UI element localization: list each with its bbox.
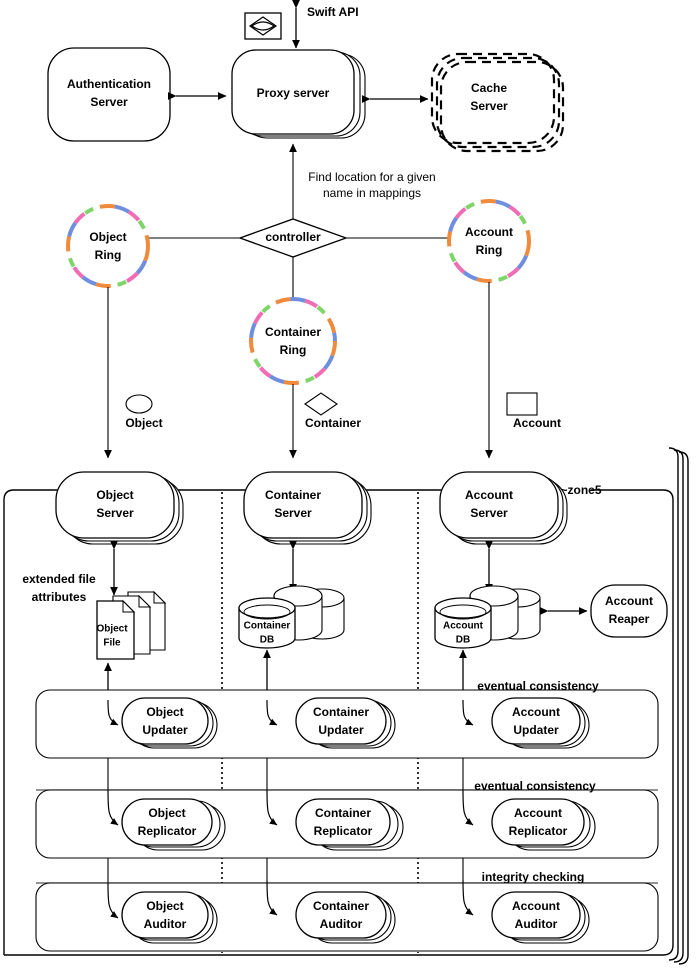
container-server-label-line1: Container xyxy=(265,488,321,502)
object-server-node: Object Server xyxy=(55,471,184,545)
extended-attrs-label-line2: attributes xyxy=(32,590,87,604)
container-auditor-label-line1: Container xyxy=(313,899,369,913)
proxy-server-node: Proxy server xyxy=(231,49,366,139)
account-auditor-label-line1: Account xyxy=(512,899,560,913)
account-reaper-label-line2: Reaper xyxy=(609,612,650,626)
account-db-stack: Account DB xyxy=(434,585,541,649)
object-file-fold-3 xyxy=(153,590,167,604)
account-ring-node: Account Ring xyxy=(447,199,531,283)
proxy-server-label: Proxy server xyxy=(257,86,330,100)
container-updater-label-line2: Updater xyxy=(318,723,364,737)
legend-container: Container xyxy=(304,392,361,430)
authentication-server-label-line2: Server xyxy=(90,95,128,109)
account-db-label-line2: DB xyxy=(456,635,470,646)
account-reaper-label-line1: Account xyxy=(605,594,653,608)
controller-node: controller xyxy=(238,218,348,258)
cache-server-label-line2: Server xyxy=(470,99,508,113)
auditor-row: integrity checking Object Auditor Contai… xyxy=(35,870,659,952)
object-ring-label-line2: Ring xyxy=(95,248,122,262)
container-server-node: Container Server xyxy=(243,471,372,545)
container-server-box xyxy=(243,471,363,539)
account-auditor-label-line2: Auditor xyxy=(515,917,558,931)
account-ring-label-line2: Ring xyxy=(476,243,503,257)
container-db-label-line1: Container xyxy=(244,621,291,632)
object-auditor-label-line1: Object xyxy=(146,899,183,913)
object-ring-label-line1: Object xyxy=(89,230,126,244)
replicator-row: eventual consistency Object Replicator C… xyxy=(35,779,659,859)
authentication-server-node: Authentication Server xyxy=(47,47,171,142)
container-db-label-line2: DB xyxy=(260,635,274,646)
extended-file-attributes-note: extended file attributes xyxy=(22,572,96,604)
find-location-note: Find location for a given name in mappin… xyxy=(289,143,436,225)
account-replicator-label-line2: Replicator xyxy=(509,824,568,838)
container-updater-label-line1: Container xyxy=(313,705,369,719)
account-reaper-node: Account Reaper xyxy=(590,584,668,638)
replicator-row-annotation: eventual consistency xyxy=(474,779,596,793)
account-replicator-label-line1: Account xyxy=(514,806,562,820)
container-db-stack: Container DB xyxy=(238,585,345,649)
cache-server-node: Cache Server xyxy=(430,52,565,153)
swift-api-label: Swift API xyxy=(307,5,359,19)
account-server-box xyxy=(439,471,559,539)
object-updater-label-line2: Updater xyxy=(142,723,188,737)
account-server-label-line1: Account xyxy=(465,488,513,502)
container-auditor-label-line2: Auditor xyxy=(320,917,363,931)
auditor-row-annotation: integrity checking xyxy=(482,870,585,884)
container-replicator-label-line1: Container xyxy=(315,806,371,820)
object-updater-label-line1: Object xyxy=(146,705,183,719)
account-db-label-line1: Account xyxy=(443,621,484,632)
object-server-box xyxy=(55,471,175,539)
updater-row-annotation: eventual consistency xyxy=(477,679,599,693)
object-server-label-line1: Object xyxy=(96,488,133,502)
legend-object: Object xyxy=(125,394,163,430)
authentication-server-label-line1: Authentication xyxy=(67,77,151,91)
object-replicator-label-line1: Object xyxy=(148,806,185,820)
object-replicator-label-line2: Replicator xyxy=(138,824,197,838)
container-replicator-label-line2: Replicator xyxy=(314,824,373,838)
account-updater-label-line2: Updater xyxy=(513,723,559,737)
cache-server-label-line1: Cache xyxy=(471,81,507,95)
object-auditor-label-line2: Auditor xyxy=(144,917,187,931)
account-reaper-box xyxy=(590,584,668,638)
controller-label: controller xyxy=(265,230,321,244)
swift-api-group: Swift API xyxy=(244,0,359,49)
account-server-label-line2: Server xyxy=(470,506,508,520)
swift-architecture-diagram: Swift API Authentication Server Proxy se… xyxy=(0,0,700,977)
object-file-stack: Object File xyxy=(96,590,167,660)
object-file-label-line1: Object xyxy=(96,624,128,635)
container-ring-label-line1: Container xyxy=(265,325,321,339)
legend-account-label: Account xyxy=(513,416,561,430)
legend-ellipse-icon xyxy=(125,394,153,414)
account-server-node: Account Server xyxy=(439,471,568,545)
find-location-label-line2: name in mappings xyxy=(323,186,421,200)
container-ring-label-line2: Ring xyxy=(280,343,307,357)
legend-diamond-icon xyxy=(304,392,338,416)
legend-account: Account xyxy=(506,392,561,430)
object-server-label-line2: Server xyxy=(96,506,134,520)
object-file-label-line2: File xyxy=(103,638,121,649)
account-ring-label-line1: Account xyxy=(465,225,513,239)
extended-attrs-label-line1: extended file xyxy=(22,572,96,586)
container-server-label-line2: Server xyxy=(274,506,312,520)
legend-object-label: Object xyxy=(125,416,162,430)
legend-container-label: Container xyxy=(305,416,361,430)
object-ring-node: Object Ring xyxy=(66,204,150,288)
find-location-label-line1: Find location for a given xyxy=(308,170,435,184)
updater-row: eventual consistency Object Updater Cont… xyxy=(35,679,659,759)
account-updater-label-line1: Account xyxy=(512,705,560,719)
container-ring-node: Container Ring xyxy=(249,297,337,385)
legend-rect-icon xyxy=(506,392,538,416)
